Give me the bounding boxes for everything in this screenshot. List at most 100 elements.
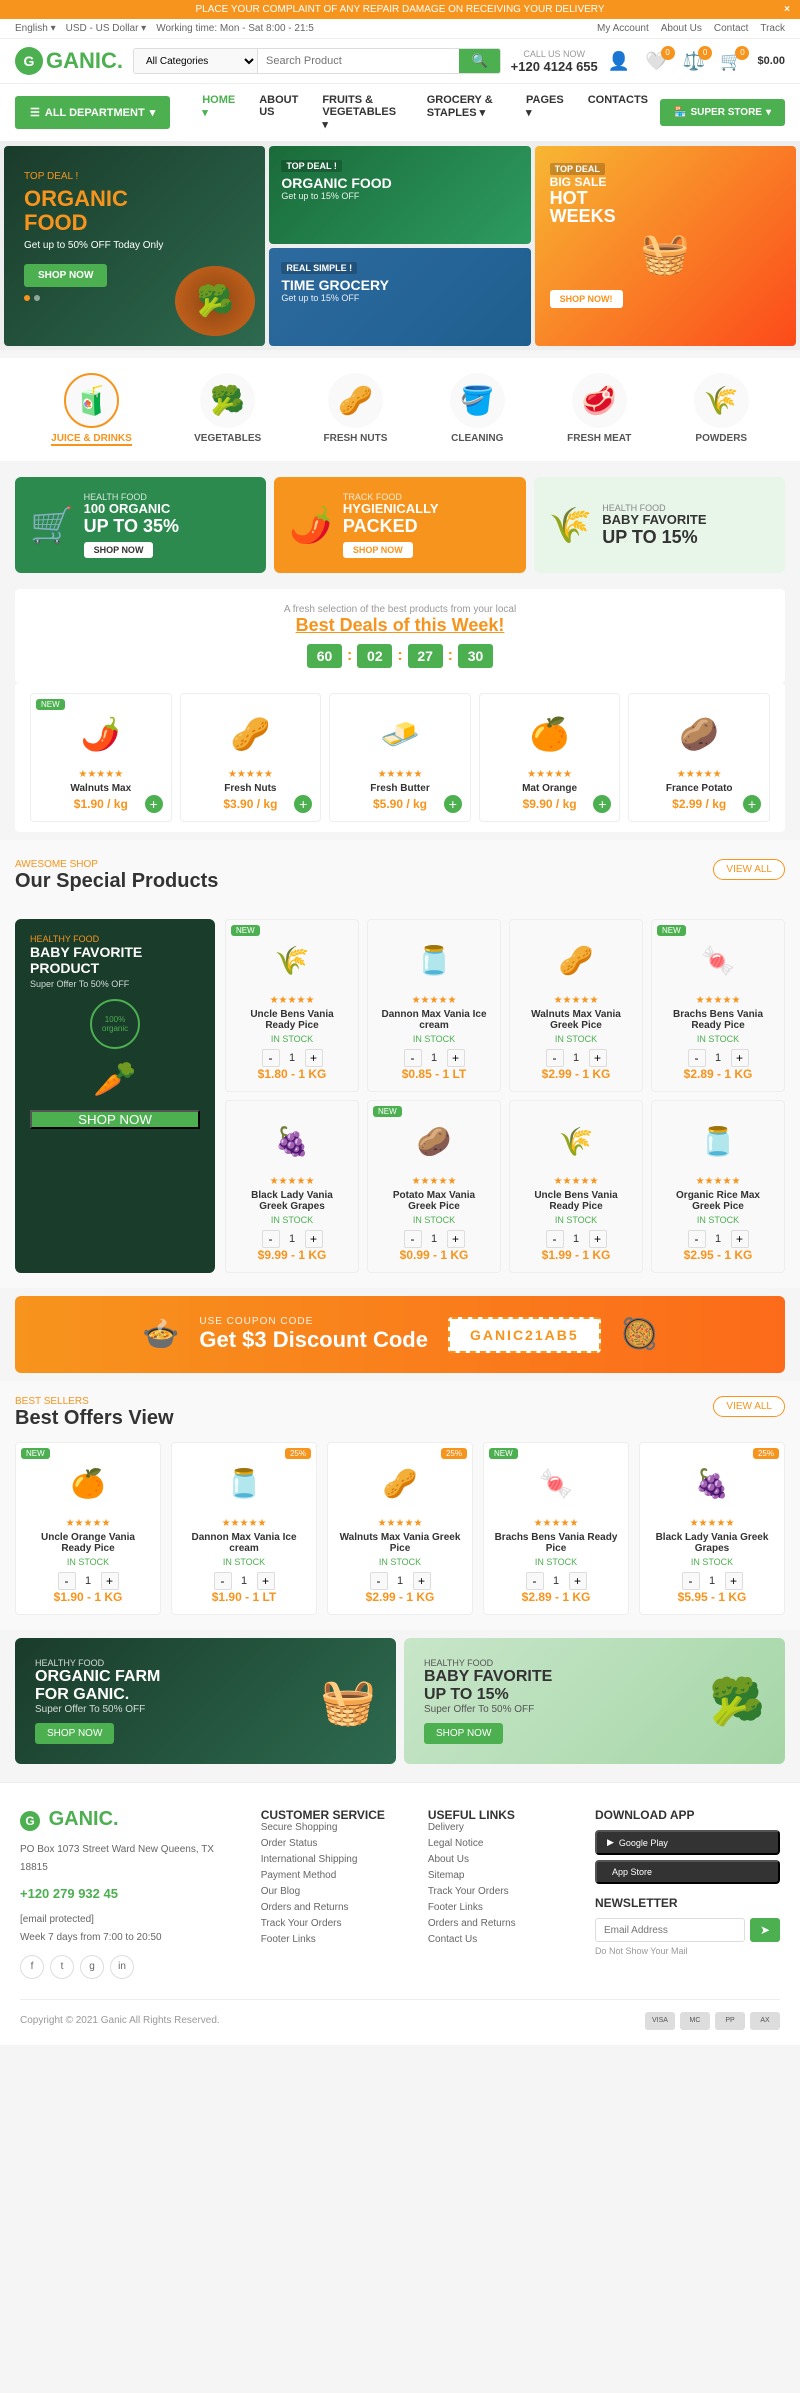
sp-qty-minus-5[interactable]: - (404, 1230, 422, 1248)
close-icon[interactable]: × (784, 4, 790, 15)
sp-qty-minus-6[interactable]: - (546, 1230, 564, 1248)
bottom-promo-organic-btn[interactable]: SHOP NOW (35, 1723, 114, 1744)
footer-ul-contact[interactable]: Contact Us (428, 1934, 575, 1945)
hero-main-shop-button[interactable]: SHOP NOW (24, 264, 107, 287)
seller-qty-minus-1[interactable]: - (214, 1572, 232, 1590)
seller-qty-minus-3[interactable]: - (526, 1572, 544, 1590)
seller-qty-minus-4[interactable]: - (682, 1572, 700, 1590)
footer-ul-footer[interactable]: Footer Links (428, 1902, 575, 1913)
nav-item-fruits[interactable]: FRUITS & VEGETABLES ▾ (310, 84, 414, 141)
wishlist-icon[interactable]: 🤍0 (645, 51, 667, 72)
seller-qty-plus-1[interactable]: + (257, 1572, 275, 1590)
sp-qty-plus-1[interactable]: + (447, 1049, 465, 1067)
sp-qty-plus-3[interactable]: + (731, 1049, 749, 1067)
nav-item-contacts[interactable]: CONTACTS (576, 84, 660, 141)
search-input[interactable] (258, 49, 459, 73)
footer-ul-about[interactable]: About Us (428, 1854, 575, 1865)
footer-link-secure[interactable]: Secure Shopping (261, 1822, 408, 1833)
cat-item-powders[interactable]: 🌾 POWDERS (694, 373, 749, 446)
sp-status-3: IN STOCK (662, 1034, 774, 1044)
promo-btn-hygiene[interactable]: SHOP NOW (343, 542, 413, 558)
cart-icon[interactable]: 🛒0 (720, 51, 742, 72)
sp-qty-minus-3[interactable]: - (688, 1049, 706, 1067)
currency-selector[interactable]: USD - US Dollar ▾ (66, 23, 147, 34)
footer-ul-delivery[interactable]: Delivery (428, 1822, 575, 1833)
social-linkedin[interactable]: in (110, 1955, 134, 1979)
social-facebook[interactable]: f (20, 1955, 44, 1979)
special-product-7: 🫙 ★★★★★ Organic Rice Max Greek Pice IN S… (651, 1100, 785, 1273)
sp-qty-plus-2[interactable]: + (589, 1049, 607, 1067)
sp-qty-plus-0[interactable]: + (305, 1049, 323, 1067)
footer-ul-legal[interactable]: Legal Notice (428, 1838, 575, 1849)
sp-qty-plus-7[interactable]: + (731, 1230, 749, 1248)
google-play-button[interactable]: ▶ Google Play (595, 1830, 780, 1855)
add-to-cart-0[interactable]: + (145, 795, 163, 813)
slide-dot-2[interactable] (34, 295, 40, 301)
special-view-all-button[interactable]: VIEW ALL (713, 859, 785, 880)
sp-qty-minus-7[interactable]: - (688, 1230, 706, 1248)
footer-link-returns[interactable]: Orders and Returns (261, 1902, 408, 1913)
app-store-button[interactable]: App Store (595, 1860, 780, 1884)
cat-item-juice[interactable]: 🧃 JUICE & DRINKS (51, 373, 132, 446)
sp-qty-minus-1[interactable]: - (404, 1049, 422, 1067)
footer-link-footer[interactable]: Footer Links (261, 1934, 408, 1945)
bottom-promo-baby-btn[interactable]: SHOP NOW (424, 1723, 503, 1744)
super-store-button[interactable]: 🏪 SUPER STORE ▾ (660, 99, 785, 126)
category-dropdown[interactable]: All Categories Fruits & Vegetables Groce… (134, 49, 258, 73)
footer-link-track[interactable]: Track Your Orders (261, 1918, 408, 1929)
seller-qty-plus-3[interactable]: + (569, 1572, 587, 1590)
about-us-link[interactable]: About Us (661, 23, 702, 34)
sp-qty-plus-6[interactable]: + (589, 1230, 607, 1248)
seller-qty-minus-0[interactable]: - (58, 1572, 76, 1590)
cat-item-meat[interactable]: 🥩 FRESH MEAT (567, 373, 631, 446)
sp-qty-minus-0[interactable]: - (262, 1049, 280, 1067)
footer-ul-track[interactable]: Track Your Orders (428, 1886, 575, 1897)
social-twitter[interactable]: t (50, 1955, 74, 1979)
footer-link-intl-shipping[interactable]: International Shipping (261, 1854, 408, 1865)
nav-item-grocery[interactable]: GROCERY & STAPLES ▾ (415, 84, 514, 141)
seller-qty-plus-4[interactable]: + (725, 1572, 743, 1590)
special-shop-button[interactable]: SHOP NOW (30, 1110, 200, 1129)
my-account-link[interactable]: My Account (597, 23, 649, 34)
seller-product-2: 25% 🥜 ★★★★★ Walnuts Max Vania Greek Pice… (327, 1442, 473, 1615)
site-logo[interactable]: G GANIC. (15, 47, 123, 75)
footer-ul-returns[interactable]: Orders and Returns (428, 1918, 575, 1929)
newsletter-email-input[interactable] (595, 1918, 745, 1942)
promo-btn-organic[interactable]: SHOP NOW (84, 542, 154, 558)
user-icon[interactable]: 👤 (608, 51, 630, 72)
footer-link-blog[interactable]: Our Blog (261, 1886, 408, 1897)
search-button[interactable]: 🔍 (459, 49, 499, 73)
sp-qty-minus-4[interactable]: - (262, 1230, 280, 1248)
seller-qty-minus-2[interactable]: - (370, 1572, 388, 1590)
cat-item-cleaning[interactable]: 🪣 CLEANING (450, 373, 505, 446)
best-sellers-view-all[interactable]: VIEW ALL (713, 1396, 785, 1417)
all-department-button[interactable]: ☰ ALL DEPARTMENT ▾ (15, 96, 170, 129)
compare-icon[interactable]: ⚖️0 (683, 51, 705, 72)
footer-link-order-status[interactable]: Order Status (261, 1838, 408, 1849)
seller-qty-plus-2[interactable]: + (413, 1572, 431, 1590)
cat-item-vegetables[interactable]: 🥦 VEGETABLES (194, 373, 261, 446)
nav-item-pages[interactable]: PAGES ▾ (514, 84, 576, 141)
track-link[interactable]: Track (760, 23, 785, 34)
social-google[interactable]: g (80, 1955, 104, 1979)
sp-img-1: 🫙 (399, 930, 469, 990)
cat-item-nuts[interactable]: 🥜 FRESH NUTS (324, 373, 388, 446)
language-selector[interactable]: English ▾ (15, 23, 56, 34)
slide-dot-1[interactable] (24, 295, 30, 301)
sp-qty-plus-4[interactable]: + (305, 1230, 323, 1248)
seller-qty-val-0: 1 (81, 1575, 96, 1587)
nav-item-home[interactable]: HOME ▾ (190, 84, 247, 141)
contact-link[interactable]: Contact (714, 23, 748, 34)
coupon-code[interactable]: GANIC21AB5 (448, 1317, 601, 1353)
hero-right-shop-button[interactable]: SHOP NOW! (550, 290, 623, 308)
sp-qty-minus-2[interactable]: - (546, 1049, 564, 1067)
newsletter-submit-button[interactable]: ➤ (750, 1918, 780, 1942)
footer-link-payment[interactable]: Payment Method (261, 1870, 408, 1881)
newsletter-form: ➤ (595, 1918, 780, 1942)
footer-ul-sitemap[interactable]: Sitemap (428, 1870, 575, 1881)
hero-right: TOP DEAL BIG SALE HOT WEEKS 🧺 SHOP NOW! (535, 146, 796, 346)
seller-qty-plus-0[interactable]: + (101, 1572, 119, 1590)
add-to-cart-2[interactable]: + (444, 795, 462, 813)
nav-item-about[interactable]: ABOUT US (247, 84, 310, 141)
sp-qty-plus-5[interactable]: + (447, 1230, 465, 1248)
